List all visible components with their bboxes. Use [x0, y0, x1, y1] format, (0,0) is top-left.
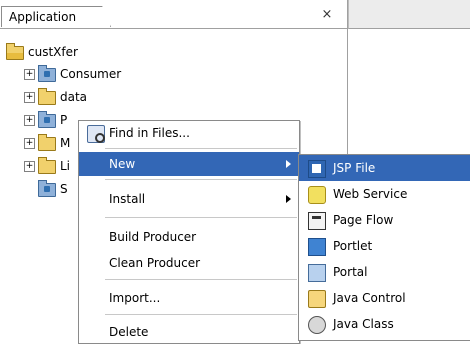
menu-item-label: Build Producer: [109, 230, 197, 244]
tree-root-label: custXfer: [28, 45, 78, 59]
tab-application[interactable]: Application: [1, 6, 111, 27]
submenu-item-label: Portal: [333, 265, 368, 279]
editor-tabbar: [348, 0, 470, 29]
tree-item-label: S: [60, 182, 68, 196]
submenu-item-page-flow[interactable]: Page Flow: [299, 207, 470, 233]
menu-separator: [105, 314, 297, 315]
expand-icon[interactable]: +: [24, 161, 35, 172]
tree-item-label: Li: [60, 159, 71, 173]
submenu-item-java-control[interactable]: Java Control: [299, 285, 470, 311]
tree-item-label: Consumer: [60, 67, 122, 81]
menu-item-build-producer[interactable]: Build Producer: [79, 225, 299, 249]
folder-icon: [38, 134, 56, 151]
submenu-arrow-icon: [286, 160, 291, 168]
menu-item-delete[interactable]: Delete: [79, 320, 299, 344]
jsp-file-icon: [308, 160, 326, 178]
expand-icon[interactable]: +: [24, 92, 35, 103]
expand-icon[interactable]: +: [24, 69, 35, 80]
submenu-item-portlet[interactable]: Portlet: [299, 233, 470, 259]
tab-label: Application: [9, 10, 77, 24]
menu-item-install[interactable]: Install: [79, 187, 299, 211]
submenu-item-jsp-file[interactable]: JSP File: [299, 155, 470, 181]
menu-item-label: New: [109, 157, 136, 171]
portal-icon: [308, 264, 326, 282]
page-flow-icon: [308, 212, 326, 230]
menu-item-label: Find in Files...: [109, 126, 190, 140]
new-submenu: JSP File Web Service Page Flow Portlet P…: [298, 154, 470, 341]
folder-icon: [38, 157, 56, 174]
submenu-item-label: JSP File: [333, 161, 376, 175]
web-service-icon: [308, 186, 326, 204]
submenu-item-label: Java Class: [333, 317, 394, 331]
find-icon: [87, 125, 105, 143]
menu-item-label: Clean Producer: [109, 256, 201, 270]
portlet-icon: [308, 238, 326, 256]
tab-strip: Application ×: [0, 0, 347, 29]
submenu-item-label: Portlet: [333, 239, 373, 253]
menu-item-import[interactable]: Import...: [79, 286, 299, 310]
submenu-item-web-service[interactable]: Web Service: [299, 181, 470, 207]
menu-separator: [105, 148, 297, 149]
open-folder-icon: [6, 43, 24, 60]
submenu-arrow-icon: [286, 195, 291, 203]
java-class-icon: [308, 316, 326, 334]
tree-item-label: data: [60, 90, 88, 104]
menu-item-clean-producer[interactable]: Clean Producer: [79, 251, 299, 275]
menu-separator: [105, 279, 297, 280]
blue-folder-icon: [38, 65, 56, 82]
folder-icon: [38, 88, 56, 105]
submenu-item-java-class[interactable]: Java Class: [299, 311, 470, 337]
menu-item-find-in-files[interactable]: Find in Files...: [79, 121, 299, 145]
expand-icon[interactable]: +: [24, 138, 35, 149]
close-icon[interactable]: ×: [320, 8, 334, 22]
menu-item-label: Import...: [109, 291, 161, 305]
menu-separator: [105, 179, 297, 180]
java-control-icon: [308, 290, 326, 308]
submenu-item-label: Web Service: [333, 187, 408, 201]
menu-item-new[interactable]: New: [79, 152, 299, 176]
tree-item-label: P: [60, 113, 68, 127]
blue-folder-icon: [38, 111, 56, 128]
submenu-item-label: Java Control: [333, 291, 406, 305]
context-menu: Find in Files... New Install Build Produ…: [78, 120, 300, 344]
menu-item-label: Delete: [109, 325, 149, 339]
tree-item-label: M: [60, 136, 71, 150]
blue-folder-icon: [38, 180, 56, 197]
expand-icon[interactable]: +: [24, 115, 35, 126]
menu-item-label: Install: [109, 192, 146, 206]
submenu-item-portal[interactable]: Portal: [299, 259, 470, 285]
menu-separator: [105, 217, 297, 218]
submenu-item-label: Page Flow: [333, 213, 394, 227]
